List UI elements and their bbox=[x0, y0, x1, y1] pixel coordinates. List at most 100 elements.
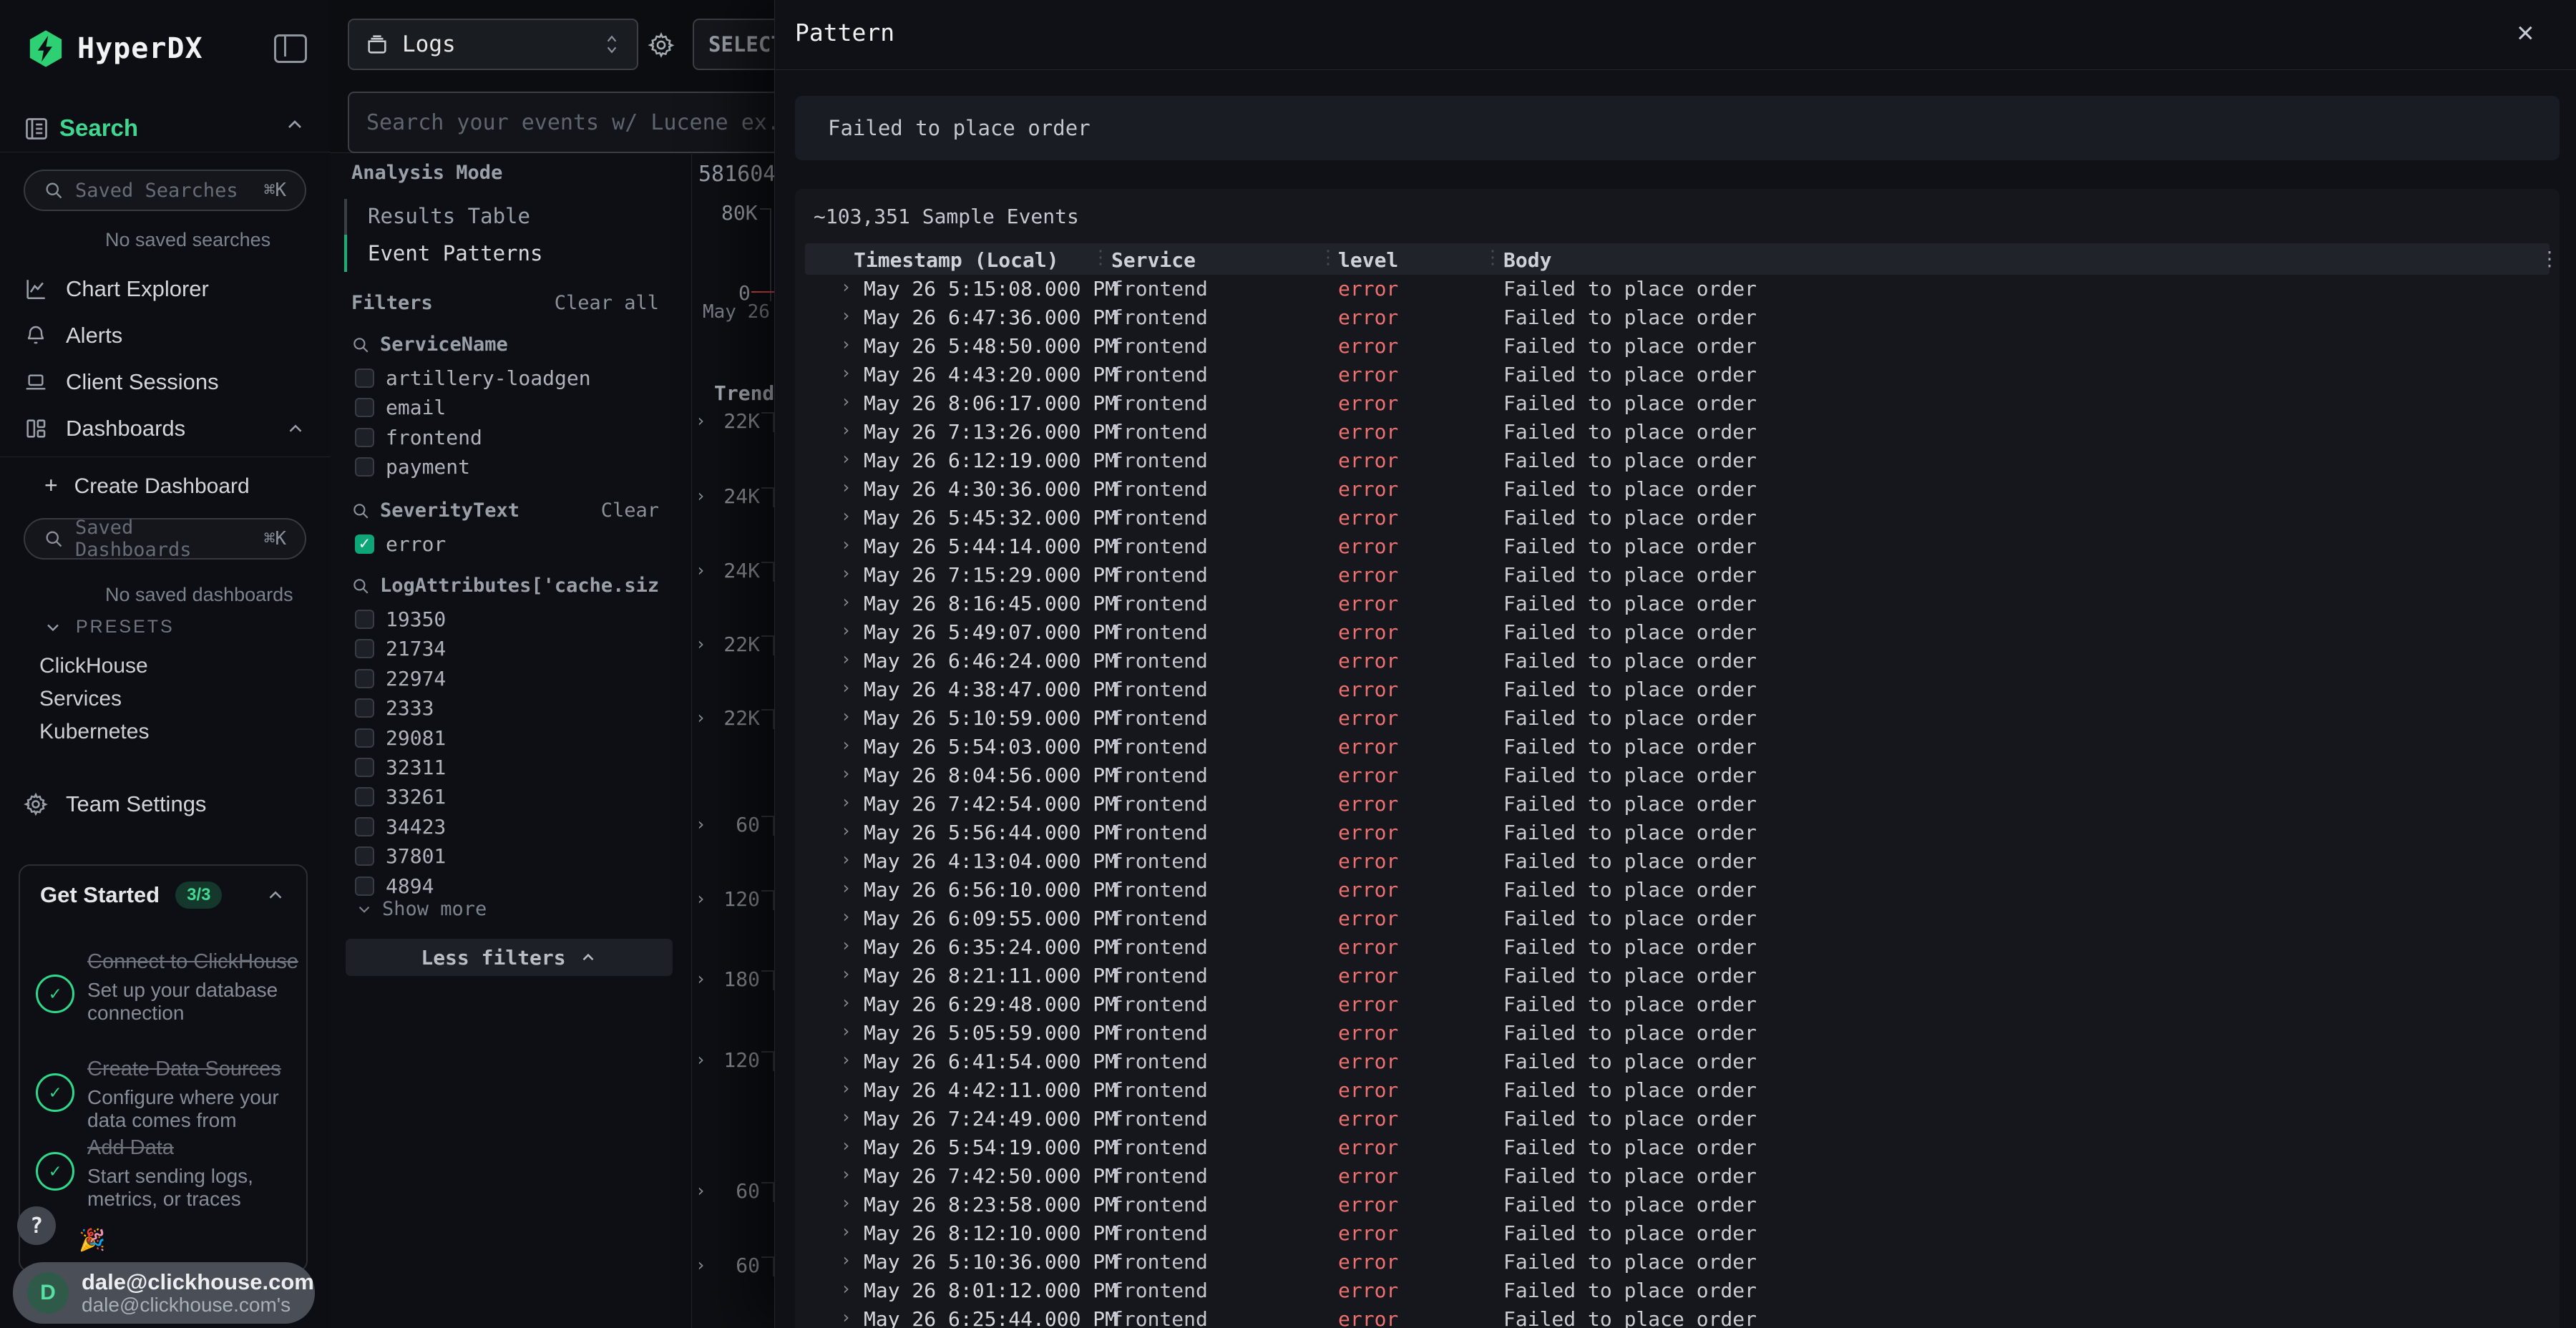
table-row[interactable]: ›May 26 5:44:14.000 PMfrontenderrorFaile… bbox=[805, 532, 2550, 561]
table-row[interactable]: ›May 26 7:24:49.000 PMfrontenderrorFaile… bbox=[805, 1105, 2550, 1133]
table-row[interactable]: ›May 26 5:10:59.000 PMfrontenderrorFaile… bbox=[805, 704, 2550, 733]
filter-option-2333[interactable]: 2333 bbox=[355, 693, 663, 723]
filter-group-clear-button[interactable]: Clear bbox=[601, 499, 659, 522]
row-expand-chevron-icon[interactable]: › bbox=[841, 506, 851, 526]
table-row[interactable]: ›May 26 5:05:59.000 PMfrontenderrorFaile… bbox=[805, 1019, 2550, 1048]
row-expand-chevron-icon[interactable]: › bbox=[841, 477, 851, 497]
brand-logo[interactable]: HyperDX bbox=[26, 29, 203, 69]
checkbox-icon[interactable] bbox=[355, 846, 374, 866]
trend-row[interactable]: ›24K bbox=[691, 557, 774, 586]
preset-kubernetes[interactable]: Kubernetes bbox=[39, 720, 149, 744]
checkbox-icon[interactable] bbox=[355, 669, 374, 688]
filter-option-artillery-loadgen[interactable]: artillery-loadgen bbox=[355, 363, 663, 393]
checkbox-icon[interactable] bbox=[355, 639, 374, 658]
table-row[interactable]: ›May 26 8:01:12.000 PMfrontenderrorFaile… bbox=[805, 1276, 2550, 1305]
expand-chevron-icon[interactable]: › bbox=[696, 814, 706, 834]
filter-option-32311[interactable]: 32311 bbox=[355, 753, 663, 782]
table-row[interactable]: ›May 26 5:54:03.000 PMfrontenderrorFaile… bbox=[805, 733, 2550, 761]
filter-option-19350[interactable]: 19350 bbox=[355, 605, 663, 634]
trend-row[interactable]: ›60 bbox=[691, 1178, 774, 1206]
row-expand-chevron-icon[interactable]: › bbox=[841, 363, 851, 383]
sidebar-item-team-settings[interactable]: Team Settings bbox=[0, 784, 330, 824]
row-expand-chevron-icon[interactable]: › bbox=[841, 592, 851, 612]
row-expand-chevron-icon[interactable]: › bbox=[841, 1307, 851, 1327]
filter-option-33261[interactable]: 33261 bbox=[355, 782, 663, 811]
expand-chevron-icon[interactable]: › bbox=[696, 634, 706, 654]
table-row[interactable]: ›May 26 8:21:11.000 PMfrontenderrorFaile… bbox=[805, 962, 2550, 990]
show-more-button[interactable]: Show more bbox=[355, 898, 487, 920]
checkbox-icon[interactable] bbox=[355, 457, 374, 477]
row-expand-chevron-icon[interactable]: › bbox=[841, 1250, 851, 1270]
table-row[interactable]: ›May 26 8:12:10.000 PMfrontenderrorFaile… bbox=[805, 1219, 2550, 1248]
trend-row[interactable]: ›22K bbox=[691, 408, 774, 436]
table-row[interactable]: ›May 26 8:16:45.000 PMfrontenderrorFaile… bbox=[805, 590, 2550, 618]
get-started-collapse-chevron-icon[interactable] bbox=[265, 884, 286, 906]
mode-results-table[interactable]: Results Table bbox=[368, 204, 530, 228]
row-expand-chevron-icon[interactable]: › bbox=[841, 1078, 851, 1098]
row-expand-chevron-icon[interactable]: › bbox=[841, 534, 851, 555]
row-expand-chevron-icon[interactable]: › bbox=[841, 1107, 851, 1127]
row-expand-chevron-icon[interactable]: › bbox=[841, 763, 851, 783]
table-row[interactable]: ›May 26 6:41:54.000 PMfrontenderrorFaile… bbox=[805, 1048, 2550, 1076]
row-expand-chevron-icon[interactable]: › bbox=[841, 334, 851, 354]
row-expand-chevron-icon[interactable]: › bbox=[841, 306, 851, 326]
column-drag-handle-icon[interactable]: ⋮ bbox=[1091, 247, 1110, 268]
row-expand-chevron-icon[interactable]: › bbox=[841, 1279, 851, 1299]
expand-chevron-icon[interactable]: › bbox=[696, 486, 706, 506]
search-collapse-chevron-icon[interactable] bbox=[283, 113, 306, 136]
source-select[interactable]: Logs bbox=[348, 19, 638, 70]
row-expand-chevron-icon[interactable]: › bbox=[841, 1050, 851, 1070]
sidebar-item-dashboards[interactable]: Dashboards bbox=[0, 409, 330, 449]
table-row[interactable]: ›May 26 6:29:48.000 PMfrontenderrorFaile… bbox=[805, 990, 2550, 1019]
table-row[interactable]: ›May 26 7:42:50.000 PMfrontenderrorFaile… bbox=[805, 1162, 2550, 1191]
row-expand-chevron-icon[interactable]: › bbox=[841, 907, 851, 927]
row-expand-chevron-icon[interactable]: › bbox=[841, 792, 851, 812]
filter-option-29081[interactable]: 29081 bbox=[355, 723, 663, 753]
expand-chevron-icon[interactable]: › bbox=[696, 411, 706, 431]
table-row[interactable]: ›May 26 4:30:36.000 PMfrontenderrorFaile… bbox=[805, 475, 2550, 504]
table-row[interactable]: ›May 26 4:13:04.000 PMfrontenderrorFaile… bbox=[805, 847, 2550, 876]
expand-chevron-icon[interactable]: › bbox=[696, 969, 706, 989]
table-row[interactable]: ›May 26 5:49:07.000 PMfrontenderrorFaile… bbox=[805, 618, 2550, 647]
table-row[interactable]: ›May 26 6:47:36.000 PMfrontenderrorFaile… bbox=[805, 303, 2550, 332]
row-expand-chevron-icon[interactable]: › bbox=[841, 449, 851, 469]
table-row[interactable]: ›May 26 8:04:56.000 PMfrontenderrorFaile… bbox=[805, 761, 2550, 790]
sidebar-item-client-sessions[interactable]: Client Sessions bbox=[0, 362, 330, 402]
filter-option-4894[interactable]: 4894 bbox=[355, 872, 663, 901]
trend-row[interactable]: ›120 bbox=[691, 886, 774, 914]
expand-chevron-icon[interactable]: › bbox=[696, 1181, 706, 1201]
row-expand-chevron-icon[interactable]: › bbox=[841, 391, 851, 411]
saved-searches-input[interactable]: Saved Searches ⌘K bbox=[24, 170, 306, 211]
sidebar-item-search[interactable]: Search bbox=[59, 114, 138, 142]
checkbox-icon[interactable] bbox=[355, 758, 374, 777]
table-row[interactable]: ›May 26 6:09:55.000 PMfrontenderrorFaile… bbox=[805, 904, 2550, 933]
close-icon[interactable]: × bbox=[2517, 16, 2534, 50]
sidebar-item-chart-explorer[interactable]: Chart Explorer bbox=[0, 269, 330, 309]
checkbox-icon[interactable] bbox=[355, 728, 374, 748]
expand-chevron-icon[interactable]: › bbox=[696, 889, 706, 909]
table-row[interactable]: ›May 26 4:43:20.000 PMfrontenderrorFaile… bbox=[805, 361, 2550, 389]
trend-row[interactable]: ›24K bbox=[691, 483, 774, 512]
filter-option-payment[interactable]: payment bbox=[355, 452, 663, 482]
filter-option-22974[interactable]: 22974 bbox=[355, 664, 663, 693]
less-filters-button[interactable]: Less filters bbox=[346, 939, 673, 976]
filter-option-34423[interactable]: 34423 bbox=[355, 812, 663, 841]
user-menu[interactable]: D dale@clickhouse.com dale@clickhouse.co… bbox=[13, 1262, 315, 1324]
row-expand-chevron-icon[interactable]: › bbox=[841, 1136, 851, 1156]
table-row[interactable]: ›May 26 8:23:58.000 PMfrontenderrorFaile… bbox=[805, 1191, 2550, 1219]
table-row[interactable]: ›May 26 8:06:17.000 PMfrontenderrorFaile… bbox=[805, 389, 2550, 418]
expand-chevron-icon[interactable]: › bbox=[696, 1255, 706, 1275]
row-expand-chevron-icon[interactable]: › bbox=[841, 678, 851, 698]
row-expand-chevron-icon[interactable]: › bbox=[841, 878, 851, 898]
filter-option-frontend[interactable]: frontend bbox=[355, 423, 663, 452]
table-row[interactable]: ›May 26 6:35:24.000 PMfrontenderrorFaile… bbox=[805, 933, 2550, 962]
table-menu-icon[interactable]: ⋮ bbox=[2540, 247, 2560, 270]
row-expand-chevron-icon[interactable]: › bbox=[841, 420, 851, 440]
trend-row[interactable]: ›22K bbox=[691, 705, 774, 733]
row-expand-chevron-icon[interactable]: › bbox=[841, 935, 851, 955]
table-row[interactable]: ›May 26 5:45:32.000 PMfrontenderrorFaile… bbox=[805, 504, 2550, 532]
table-row[interactable]: ›May 26 6:12:19.000 PMfrontenderrorFaile… bbox=[805, 446, 2550, 475]
column-drag-handle-icon[interactable]: ⋮ bbox=[1319, 247, 1337, 268]
help-button[interactable]: ? bbox=[17, 1206, 56, 1245]
row-expand-chevron-icon[interactable]: › bbox=[841, 620, 851, 640]
